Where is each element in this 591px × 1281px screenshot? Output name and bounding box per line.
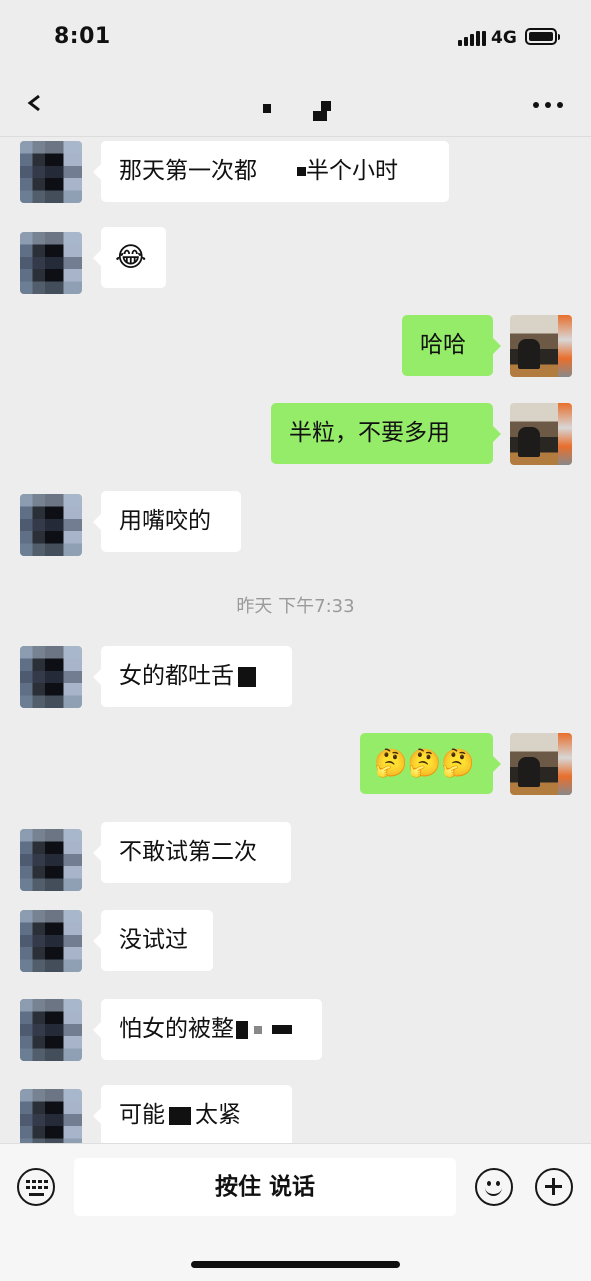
status-bar: 8:01 4G — [0, 0, 591, 74]
chat-header — [0, 74, 591, 137]
outgoing-message[interactable]: 🤔🤔🤔 — [360, 733, 501, 794]
contact-avatar[interactable] — [20, 1089, 82, 1143]
laughing-emoji: 😂 — [115, 242, 147, 273]
contact-avatar[interactable] — [20, 999, 82, 1061]
message-text: 女的都吐舌 — [119, 663, 234, 689]
incoming-message[interactable]: 女的都吐舌 — [93, 646, 292, 707]
home-indicator[interactable] — [191, 1261, 400, 1268]
back-chevron-icon[interactable] — [22, 88, 48, 118]
message-text: 太紧 — [195, 1102, 241, 1128]
status-time: 8:01 — [54, 24, 111, 49]
incoming-message[interactable]: 可能 太紧 — [93, 1085, 292, 1143]
battery-icon — [525, 28, 560, 45]
message-text: 可能 — [119, 1102, 165, 1128]
my-avatar[interactable] — [510, 733, 572, 795]
contact-avatar[interactable] — [20, 494, 82, 556]
timestamp: 昨天 下午7:33 — [236, 596, 355, 617]
contact-avatar[interactable] — [20, 141, 82, 203]
incoming-message[interactable]: 那天第一次都 半个小时 — [93, 141, 449, 202]
message-text: 用嘴咬的 — [119, 508, 211, 534]
message-text: 没试过 — [119, 927, 188, 953]
incoming-message[interactable]: 没试过 — [93, 910, 213, 971]
chat-title-redacted — [263, 101, 333, 121]
outgoing-message[interactable]: 哈哈 — [402, 315, 501, 376]
plus-icon[interactable] — [535, 1168, 573, 1206]
network-label: 4G — [491, 28, 517, 48]
message-text: 不敢试第二次 — [119, 839, 257, 865]
contact-avatar[interactable] — [20, 232, 82, 294]
incoming-message[interactable]: 怕女的被整 — [93, 999, 322, 1060]
outgoing-message[interactable]: 半粒，不要多用 — [271, 403, 501, 464]
hold-to-talk-button[interactable]: 按住 说话 — [74, 1158, 456, 1216]
smiley-icon[interactable] — [475, 1168, 513, 1206]
keyboard-icon[interactable] — [17, 1168, 55, 1206]
message-text: 半个小时 — [306, 158, 398, 184]
incoming-message[interactable]: 用嘴咬的 — [93, 491, 241, 552]
message-text: 那天第一次都 — [119, 158, 257, 184]
contact-avatar[interactable] — [20, 910, 82, 972]
incoming-message[interactable]: 😂 — [93, 227, 166, 288]
contact-avatar[interactable] — [20, 829, 82, 891]
message-text: 哈哈 — [420, 332, 466, 358]
message-text: 怕女的被整 — [119, 1016, 234, 1042]
more-dots-icon[interactable] — [533, 100, 565, 110]
signal-icon — [458, 30, 486, 46]
incoming-message[interactable]: 不敢试第二次 — [93, 822, 291, 883]
message-text: 半粒，不要多用 — [289, 420, 450, 446]
thinking-emoji: 🤔🤔🤔 — [374, 748, 475, 779]
message-list[interactable]: 那天第一次都 半个小时 😂 哈哈 半粒，不要多用 用嘴咬的 昨天 下午7:33 女… — [0, 137, 591, 1143]
contact-avatar[interactable] — [20, 646, 82, 708]
my-avatar[interactable] — [510, 403, 572, 465]
my-avatar[interactable] — [510, 315, 572, 377]
